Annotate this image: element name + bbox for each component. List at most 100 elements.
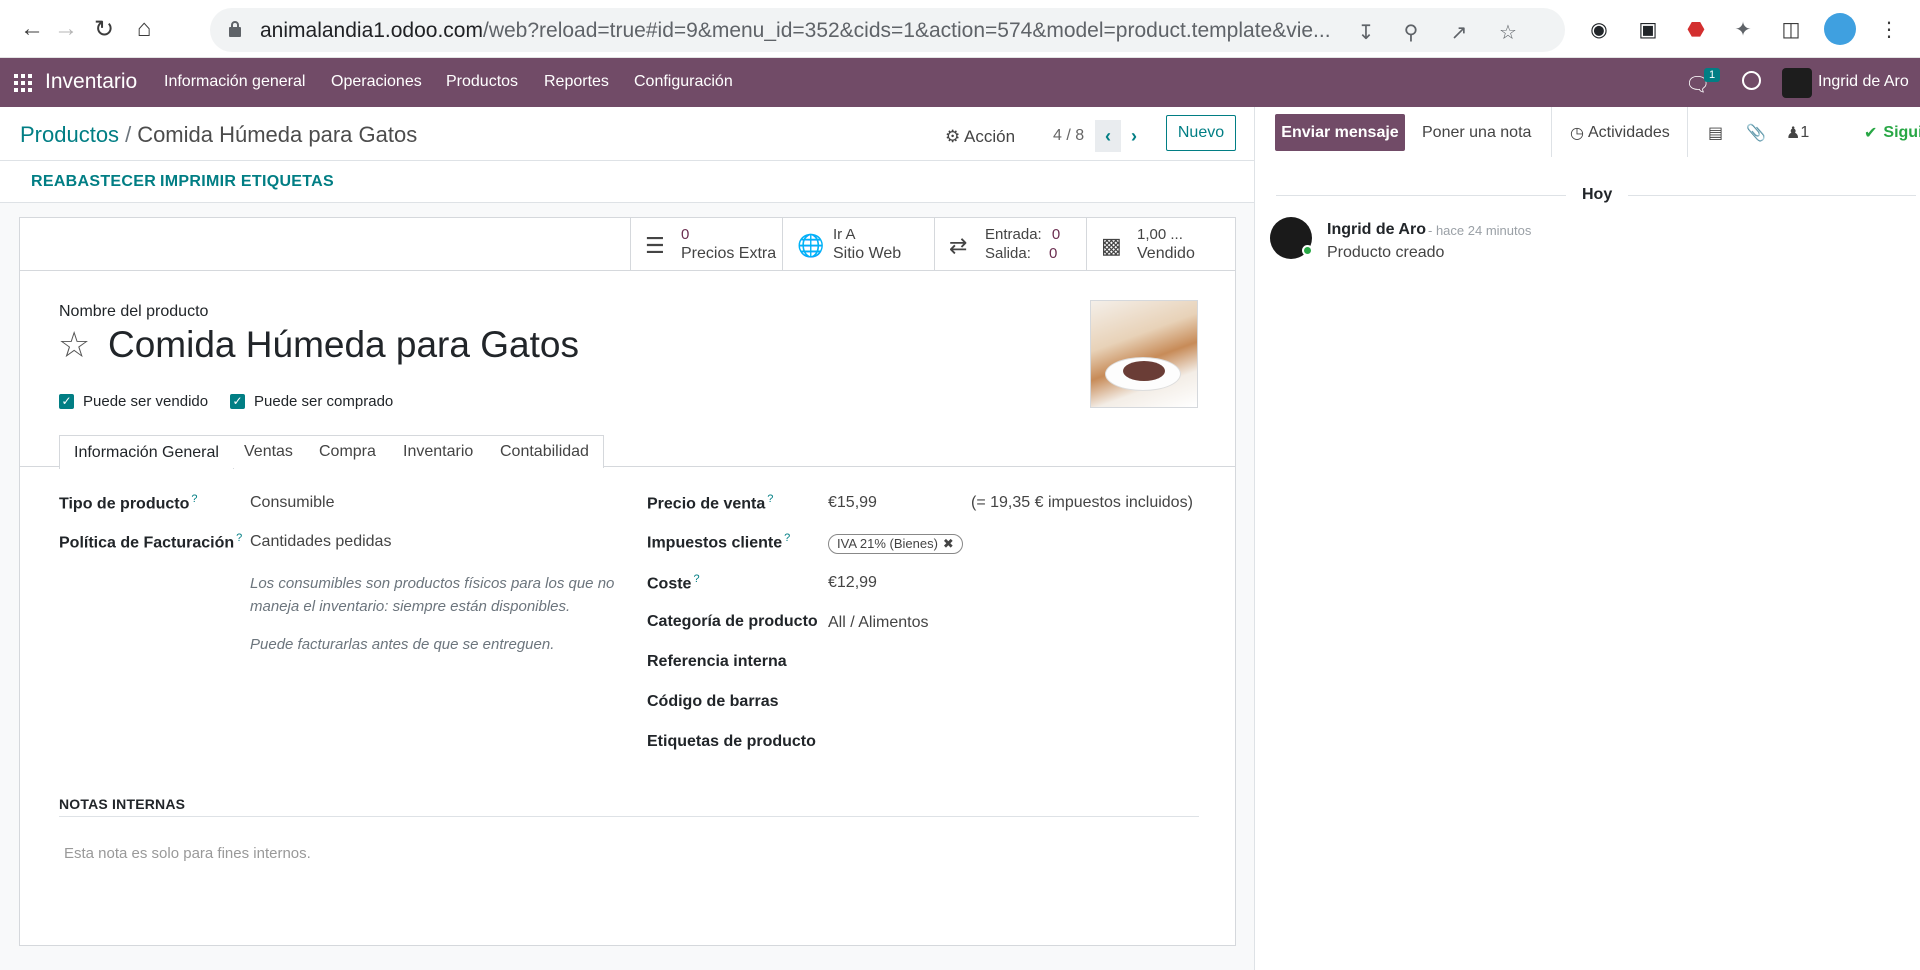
extension-icon-2[interactable]: ▣ xyxy=(1635,16,1661,42)
apps-menu-icon[interactable] xyxy=(14,74,32,92)
activities-button[interactable]: ◷ Actividades xyxy=(1570,114,1670,151)
breadcrumb-products-link[interactable]: Productos xyxy=(20,122,119,147)
bookmark-star-icon[interactable]: ☆ xyxy=(1497,22,1519,44)
sold-stat-button[interactable]: ▩ 1,00 ... Vendido xyxy=(1086,218,1235,271)
menu-configuration[interactable]: Configuración xyxy=(634,73,733,91)
favorite-star-icon[interactable]: ☆ xyxy=(58,327,90,363)
product-name-field[interactable]: Comida Húmeda para Gatos xyxy=(108,324,579,366)
user-avatar[interactable] xyxy=(1782,68,1812,98)
extra-prices-label: Precios Extra xyxy=(681,245,777,262)
tab-accounting[interactable]: Contabilidad xyxy=(486,435,604,468)
out-value: 0 xyxy=(1049,245,1058,262)
book-icon[interactable]: ▤ xyxy=(1708,114,1723,151)
tab-inventory[interactable]: Inventario xyxy=(389,435,489,468)
in-out-stat-button[interactable]: ⇄ Entrada: 0 Salida: 0 xyxy=(934,218,1086,271)
zoom-icon[interactable]: ⚲ xyxy=(1400,22,1422,44)
breadcrumb-separator: / xyxy=(125,122,132,147)
remove-tag-icon[interactable]: ✖ xyxy=(943,536,954,551)
new-record-button[interactable]: Nuevo xyxy=(1166,115,1236,151)
product-type-field[interactable]: Consumible xyxy=(250,494,334,512)
sold-label: Vendido xyxy=(1137,245,1195,262)
help-tooltip-icon[interactable]: ? xyxy=(784,532,790,544)
messages-count-badge: 1 xyxy=(1704,68,1721,82)
can-be-purchased-checkbox[interactable]: ✓ Puede ser comprado xyxy=(230,393,393,410)
menu-operations[interactable]: Operaciones xyxy=(331,73,422,91)
product-tags-label: Etiquetas de producto xyxy=(647,733,816,750)
help-tooltip-icon[interactable]: ? xyxy=(767,493,773,505)
tab-purchase[interactable]: Compra xyxy=(305,435,391,468)
tax-tag[interactable]: IVA 21% (Bienes) ✖ xyxy=(828,534,963,554)
pager-next-button[interactable]: › xyxy=(1121,120,1147,152)
out-label: Salida: xyxy=(985,245,1031,262)
clock-icon: ◷ xyxy=(1570,124,1584,142)
sidebar-icon[interactable]: ◫ xyxy=(1778,16,1804,42)
can-be-purchased-label: Puede ser comprado xyxy=(254,393,394,410)
user-name[interactable]: Ingrid de Aro xyxy=(1818,73,1909,91)
chevron-left-icon: ‹ xyxy=(1105,125,1111,146)
pager-previous-button[interactable]: ‹ xyxy=(1095,120,1121,152)
profile-avatar-icon[interactable] xyxy=(1824,13,1856,45)
extensions-puzzle-icon[interactable]: ✦ xyxy=(1730,16,1756,42)
product-name-label: Nombre del producto xyxy=(59,303,209,320)
invoice-policy-field[interactable]: Cantidades pedidas xyxy=(250,533,391,551)
website-line1: Ir A xyxy=(833,226,856,243)
internal-notes-field[interactable]: Esta nota es solo para fines internos. xyxy=(64,845,311,862)
follow-button[interactable]: ✔Siguie xyxy=(1864,114,1920,151)
paperclip-icon[interactable]: 📎 xyxy=(1746,114,1766,151)
forward-arrow-icon[interactable]: → xyxy=(48,11,84,47)
can-be-sold-label: Puede ser vendido xyxy=(83,393,209,410)
sale-price-field[interactable]: €15,99 xyxy=(828,494,877,512)
install-icon[interactable]: ↧ xyxy=(1355,22,1377,44)
back-arrow-icon[interactable]: ← xyxy=(14,11,50,47)
extension-icon-1[interactable]: ◉ xyxy=(1586,16,1612,42)
menu-general-info[interactable]: Información general xyxy=(164,73,305,91)
address-bar[interactable]: animalandia1.odoo.com/web?reload=true#id… xyxy=(210,8,1565,52)
invoice-policy-label: Política de Facturación? xyxy=(59,532,243,552)
in-value: 0 xyxy=(1051,226,1061,243)
barcode-label: Código de barras xyxy=(647,693,779,710)
replenish-button[interactable]: REABASTECER xyxy=(31,173,156,191)
reload-icon[interactable]: ↻ xyxy=(86,11,122,47)
menu-products[interactable]: Productos xyxy=(446,73,518,91)
can-be-sold-checkbox[interactable]: ✓ Puede ser vendido xyxy=(59,393,208,410)
message-author[interactable]: Ingrid de Aro xyxy=(1327,221,1426,239)
checkmark-icon: ✓ xyxy=(230,394,245,409)
pager-value[interactable]: 4 / 8 xyxy=(1053,127,1084,145)
invoice-help-text: Puede facturarlas antes de que se entreg… xyxy=(250,636,555,653)
sale-price-label: Precio de venta? xyxy=(647,493,774,513)
check-icon: ✔ xyxy=(1864,124,1878,142)
action-menu-button[interactable]: ⚙ Acción xyxy=(945,127,1015,147)
online-status-icon xyxy=(1302,245,1313,256)
activities-clock-icon[interactable] xyxy=(1742,71,1761,90)
help-tooltip-icon[interactable]: ? xyxy=(191,493,197,505)
help-tooltip-icon[interactable]: ? xyxy=(693,573,699,585)
print-labels-button[interactable]: IMPRIMIR ETIQUETAS xyxy=(160,173,334,191)
category-label: Categoría de producto xyxy=(647,613,818,630)
browser-toolbar: ← → ↻ ⌂ animalandia1.odoo.com/web?reload… xyxy=(0,0,1920,58)
send-message-button[interactable]: Enviar mensaje xyxy=(1275,114,1405,151)
app-name[interactable]: Inventario xyxy=(45,70,137,94)
followers-button[interactable]: ♟ 1 xyxy=(1786,114,1809,151)
sale-price-tax-included: (= 19,35 € impuestos incluidos) xyxy=(971,494,1193,511)
main-navbar: Inventario Información general Operacion… xyxy=(0,58,1920,107)
help-tooltip-icon[interactable]: ? xyxy=(236,532,242,544)
log-note-button[interactable]: Poner una nota xyxy=(1422,114,1531,151)
cost-field[interactable]: €12,99 xyxy=(828,574,877,592)
extra-prices-stat-button[interactable]: ☰ 0 Precios Extra xyxy=(630,218,782,271)
website-stat-button[interactable]: 🌐 Ir A Sitio Web xyxy=(782,218,934,271)
message-body: Producto creado xyxy=(1327,244,1445,261)
browser-menu-icon[interactable]: ⋮ xyxy=(1876,16,1902,42)
menu-reports[interactable]: Reportes xyxy=(544,73,609,91)
tax-tag-label: IVA 21% (Bienes) xyxy=(837,536,938,551)
tab-sales[interactable]: Ventas xyxy=(230,435,308,468)
product-image[interactable] xyxy=(1090,300,1198,408)
author-avatar[interactable] xyxy=(1270,217,1313,259)
share-icon[interactable]: ↗ xyxy=(1448,22,1470,44)
sold-value: 1,00 ... xyxy=(1137,226,1183,243)
extension-icon-3[interactable]: ⬣ xyxy=(1683,16,1709,42)
tab-general-info[interactable]: Información General xyxy=(59,435,234,469)
website-line2: Sitio Web xyxy=(833,245,902,262)
category-field[interactable]: All / Alimentos xyxy=(828,614,928,632)
date-separator: Hoy xyxy=(1566,186,1629,204)
home-icon[interactable]: ⌂ xyxy=(126,11,162,47)
